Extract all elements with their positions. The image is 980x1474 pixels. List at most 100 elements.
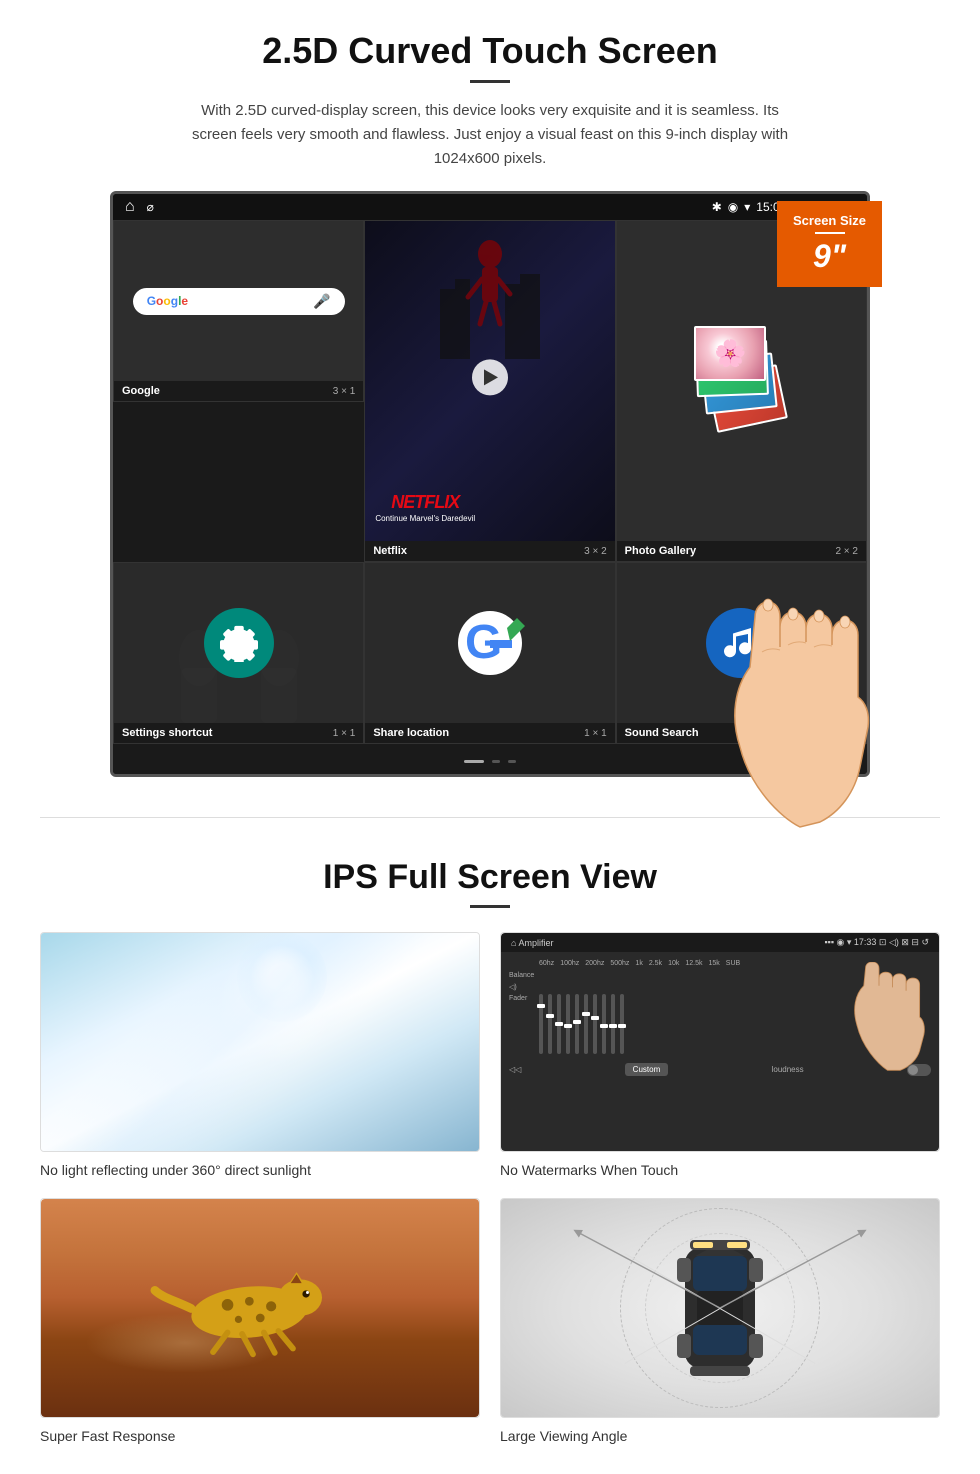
netflix-content: NETFLIX Continue Marvel's Daredevil (365, 221, 614, 541)
amp-toggle[interactable] (907, 1064, 931, 1076)
play-triangle-icon (484, 369, 498, 385)
amp-sliders-row (539, 969, 931, 1059)
slider-5-thumb (573, 1020, 581, 1024)
slider-9-thumb (609, 1024, 617, 1028)
screen-size-badge: Screen Size 9" (777, 201, 882, 287)
slider-5 (575, 994, 579, 1054)
slider-1 (539, 994, 543, 1054)
mic-icon: 🎤 (313, 293, 330, 310)
section1-divider (470, 80, 510, 83)
amp-home-icon: ⌂ Amplifier (511, 938, 553, 948)
location-icon: ◉ (728, 200, 738, 214)
section-divider (40, 817, 940, 818)
slider-4 (566, 994, 570, 1054)
device-screen: ⌂ ⌀ ✱ ◉ ▾ 15:06 ⊡ ◁) ⊠ ▭ (110, 191, 870, 777)
sound-icon-circle (706, 608, 776, 678)
sound-app-size: 1 × 1 (835, 728, 858, 739)
car-caption: Large Viewing Angle (500, 1428, 940, 1444)
gallery-label-row: Photo Gallery 2 × 2 (617, 541, 866, 561)
google-label-row: Google 3 × 1 (114, 381, 363, 401)
maps-g-icon: G (455, 608, 525, 678)
flower-photo: 🌸 (694, 326, 766, 381)
app-grid-top: Google 🎤 Google 3 × 1 (113, 220, 867, 562)
settings-app-name: Settings shortcut (122, 727, 212, 739)
badge-size: 9" (813, 238, 846, 274)
slider-7-thumb (591, 1016, 599, 1020)
sound-label-row: Sound Search 1 × 1 (617, 723, 866, 743)
indicator-1 (464, 760, 484, 763)
music-note-icon (722, 624, 760, 662)
cheetah-caption: Super Fast Response (40, 1428, 480, 1444)
slider-10-thumb (618, 1024, 626, 1028)
page-indicators (113, 744, 867, 774)
app-cell-netflix[interactable]: NETFLIX Continue Marvel's Daredevil Netf… (364, 220, 615, 562)
amp-body: 60hz 100hz 200hz 500hz 1k 2.5k 10k 12.5k… (501, 952, 939, 1151)
section1-title: 2.5D Curved Touch Screen (60, 30, 920, 72)
bluetooth-icon: ✱ (712, 200, 722, 214)
netflix-subtitle: Continue Marvel's Daredevil (375, 514, 475, 523)
slider-8 (602, 994, 606, 1054)
amp-toggle-knob (908, 1065, 918, 1075)
amp-left-labels: Balance ◁) Fader (509, 972, 534, 1002)
app-cell-sound[interactable]: Sound Search 1 × 1 (616, 562, 867, 744)
light-streak (41, 933, 479, 1151)
section1-description: With 2.5D curved-display screen, this de… (180, 99, 800, 171)
gallery-app-size: 2 × 2 (835, 546, 858, 557)
slider-3-thumb (555, 1022, 563, 1026)
google-app-name: Google (122, 385, 160, 397)
slider-2-thumb (546, 1014, 554, 1018)
feature-car: Large Viewing Angle (500, 1198, 940, 1444)
sunlight-image (40, 932, 480, 1152)
angle-arrows-svg (501, 1199, 939, 1417)
sound-app-name: Sound Search (625, 727, 699, 739)
slider-7 (593, 994, 597, 1054)
share-app-size: 1 × 1 (584, 728, 607, 739)
netflix-label-row: Netflix 3 × 2 (365, 541, 614, 561)
section-ips: IPS Full Screen View No light reflecting… (0, 838, 980, 1474)
play-button[interactable] (472, 359, 508, 395)
feature-amplifier: ⌂ Amplifier ▪▪▪ ◉ ▾ 17:33 ⊡ ◁) ⊠ ⊟ ↺ 60h… (500, 932, 940, 1178)
slider-4-thumb (564, 1024, 572, 1028)
sunlight-bg (41, 933, 479, 1151)
wifi-icon: ▾ (744, 200, 750, 214)
google-content: Google 🎤 (114, 221, 363, 381)
cheetah-image (40, 1198, 480, 1418)
status-bar: ⌂ ⌀ ✱ ◉ ▾ 15:06 ⊡ ◁) ⊠ ▭ (113, 194, 867, 220)
car-image (500, 1198, 940, 1418)
app-cell-share[interactable]: G Share location 1 × 1 (364, 562, 615, 744)
slider-3 (557, 994, 561, 1054)
gallery-app-name: Photo Gallery (625, 545, 697, 557)
slider-8-thumb (600, 1024, 608, 1028)
share-app-name: Share location (373, 727, 449, 739)
amplifier-image: ⌂ Amplifier ▪▪▪ ◉ ▾ 17:33 ⊡ ◁) ⊠ ⊟ ↺ 60h… (500, 932, 940, 1152)
gear-icon (220, 624, 258, 662)
amplifier-caption: No Watermarks When Touch (500, 1162, 940, 1178)
badge-divider (815, 232, 845, 234)
settings-icon-circle (204, 608, 274, 678)
badge-label: Screen Size (793, 213, 866, 228)
amplifier-ui: ⌂ Amplifier ▪▪▪ ◉ ▾ 17:33 ⊡ ◁) ⊠ ⊟ ↺ 60h… (501, 933, 939, 1151)
amp-status: ▪▪▪ ◉ ▾ 17:33 ⊡ ◁) ⊠ ⊟ ↺ (824, 937, 929, 948)
slider-1-thumb (537, 1004, 545, 1008)
amp-hand-svg (829, 962, 929, 1072)
indicator-2 (492, 760, 500, 763)
home-icon[interactable]: ⌂ (125, 198, 135, 216)
section2-divider (470, 905, 510, 908)
section-curved-screen: 2.5D Curved Touch Screen With 2.5D curve… (0, 0, 980, 797)
device-mockup: Screen Size 9" ⌂ ⌀ ✱ ◉ ▾ 15:06 ⊡ ◁) ⊠ (110, 191, 870, 777)
amp-sliders (539, 974, 624, 1054)
car-bg (501, 1199, 939, 1417)
netflix-brand: NETFLIX Continue Marvel's Daredevil (375, 492, 475, 523)
app-cell-settings[interactable]: Settings shortcut 1 × 1 (113, 562, 364, 744)
slider-6 (584, 994, 588, 1054)
settings-label-row: Settings shortcut 1 × 1 (114, 723, 363, 743)
feature-cheetah: Super Fast Response (40, 1198, 480, 1444)
google-logo: Google (147, 294, 188, 308)
cheetah-bg (41, 1199, 479, 1417)
google-search-bar[interactable]: Google 🎤 (133, 288, 345, 315)
google-app-size: 3 × 1 (333, 386, 356, 397)
settings-app-size: 1 × 1 (333, 728, 356, 739)
app-cell-google[interactable]: Google 🎤 Google 3 × 1 (113, 220, 364, 402)
daredevil-scene: NETFLIX Continue Marvel's Daredevil (365, 221, 614, 541)
app-grid-bottom: Settings shortcut 1 × 1 G (113, 562, 867, 744)
